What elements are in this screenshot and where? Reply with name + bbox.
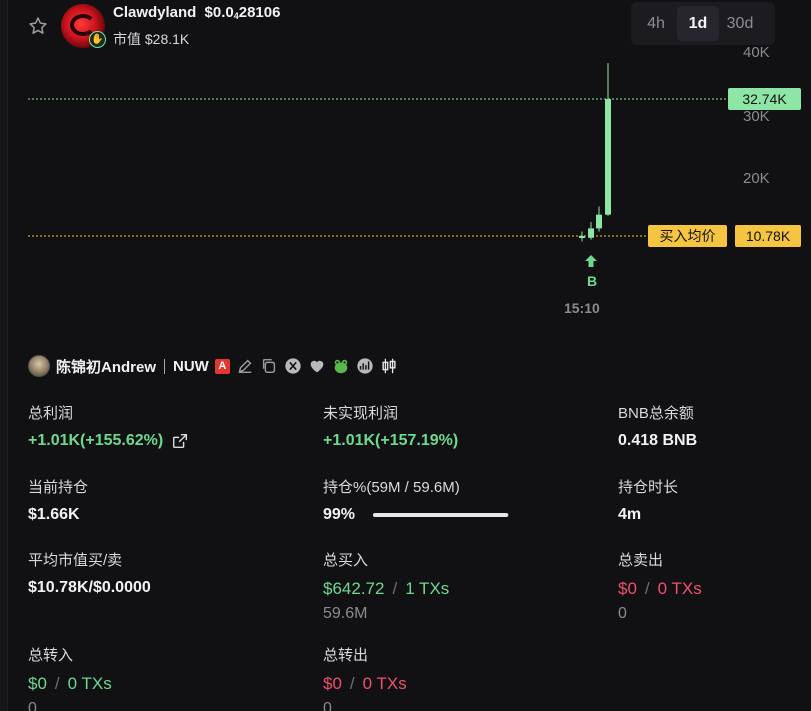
chart-bubble-icon[interactable] bbox=[356, 357, 374, 375]
total-sell-tokens: 0 bbox=[618, 605, 627, 622]
stat-holding-time: 持仓时长 4m bbox=[618, 479, 679, 523]
candle-body bbox=[588, 228, 594, 238]
holding-pct-value: 99% bbox=[323, 506, 356, 523]
divider bbox=[164, 358, 166, 374]
trader-tag: NUW bbox=[173, 357, 209, 375]
avg-mcap-value: $10.78K/$0.0000 bbox=[28, 579, 151, 596]
trader-avatar[interactable] bbox=[28, 355, 50, 377]
favorite-star-icon[interactable] bbox=[28, 16, 48, 36]
token-title: Clawdyland $0.0428106 bbox=[113, 4, 280, 21]
buy-marker-label: B bbox=[587, 273, 598, 289]
transfer-in-amount: $0 bbox=[28, 674, 47, 693]
bnb-balance-value: 0.418 BNB bbox=[618, 432, 698, 449]
external-link-icon[interactable] bbox=[171, 432, 189, 450]
copy-icon[interactable] bbox=[260, 357, 278, 375]
avg-buy-label-tag: 买入均价 bbox=[648, 225, 727, 247]
timeframe-selector: 4h 1d 30d bbox=[631, 2, 775, 45]
total-buy-tokens: 59.6M bbox=[323, 605, 368, 622]
total-buy-txs: 1 TXs bbox=[405, 579, 450, 598]
edit-icon[interactable] bbox=[236, 357, 254, 375]
transfer-out-amount: $0 bbox=[323, 674, 342, 693]
token-price: $0.0428106 bbox=[204, 4, 281, 21]
stat-holding-pct: 持仓%(59M / 59.6M) 99% bbox=[323, 476, 510, 524]
trader-info-row: 陈锦初Andrew NUW A bbox=[28, 354, 398, 378]
stat-total-buy: 总买入 $642.72 / 1 TXs 59.6M bbox=[323, 552, 450, 622]
frog-icon[interactable] bbox=[332, 357, 350, 375]
stat-unrealized-profit: 未实现利润 +1.01K(+157.19%) bbox=[323, 405, 459, 449]
y-tick-label: 20K bbox=[743, 170, 770, 187]
stat-total-profit: 总利润 +1.01K(+155.62%) bbox=[28, 402, 189, 450]
hand-badge-icon: ✋ bbox=[89, 31, 106, 48]
transfer-out-tokens: 0 bbox=[323, 700, 332, 711]
token-name: Clawdyland bbox=[113, 4, 197, 21]
candle-body bbox=[596, 214, 602, 229]
total-sell-amount: $0 bbox=[618, 579, 637, 598]
price-chart: 40K 30K 20K bbox=[28, 44, 770, 242]
stat-current-position: 当前持仓 $1.66K bbox=[28, 479, 89, 523]
candle-series bbox=[579, 63, 611, 242]
total-sell-txs: 0 TXs bbox=[657, 579, 702, 598]
transfer-out-txs: 0 TXs bbox=[362, 674, 407, 693]
trader-name[interactable]: 陈锦初Andrew bbox=[56, 356, 156, 377]
y-tick-label: 40K bbox=[743, 44, 770, 61]
total-buy-amount: $642.72 bbox=[323, 579, 385, 598]
background-page-edge bbox=[0, 0, 8, 711]
stat-total-sell: 总卖出 $0 / 0 TXs 0 bbox=[618, 552, 702, 622]
stat-total-transfer-in: 总转入 $0 / 0 TXs 0 bbox=[28, 644, 112, 711]
current-price-tag: 32.74K bbox=[728, 88, 801, 110]
x-axis-time-label: 15:10 bbox=[564, 300, 600, 316]
candlestick-icon[interactable] bbox=[380, 357, 398, 375]
y-tick-label: 30K bbox=[743, 108, 770, 125]
total-profit-value: +1.01K(+155.62%) bbox=[28, 432, 164, 449]
stat-bnb-balance: BNB总余额 0.418 BNB bbox=[618, 405, 698, 449]
timeframe-1d-button[interactable]: 1d bbox=[677, 6, 719, 41]
candle-body bbox=[579, 236, 585, 238]
market-cap: 市值 $28.1K bbox=[113, 31, 190, 47]
trader-badge: A bbox=[214, 358, 230, 374]
stat-avg-mcap: 平均市值买/卖 $10.78K/$0.0000 bbox=[28, 552, 151, 596]
avg-buy-value-tag: 10.78K bbox=[735, 225, 801, 247]
current-position-value: $1.66K bbox=[28, 506, 80, 523]
x-twitter-icon[interactable] bbox=[284, 357, 302, 375]
holding-progress-bar bbox=[373, 513, 510, 517]
stat-total-transfer-out: 总转出 $0 / 0 TXs 0 bbox=[323, 644, 407, 711]
trader-position-panel: 40K 30K 20K ✋ Clawdyland $0.0428106 市值 $… bbox=[8, 0, 811, 711]
unrealized-profit-value: +1.01K(+157.19%) bbox=[323, 432, 459, 449]
heart-icon[interactable] bbox=[308, 357, 326, 375]
timeframe-4h-button[interactable]: 4h bbox=[635, 6, 677, 41]
buy-arrow-icon bbox=[585, 255, 597, 267]
holding-time-value: 4m bbox=[618, 506, 642, 523]
transfer-in-tokens: 0 bbox=[28, 700, 37, 711]
candle-body bbox=[605, 99, 611, 215]
transfer-in-txs: 0 TXs bbox=[67, 674, 112, 693]
timeframe-30d-button[interactable]: 30d bbox=[719, 6, 761, 41]
